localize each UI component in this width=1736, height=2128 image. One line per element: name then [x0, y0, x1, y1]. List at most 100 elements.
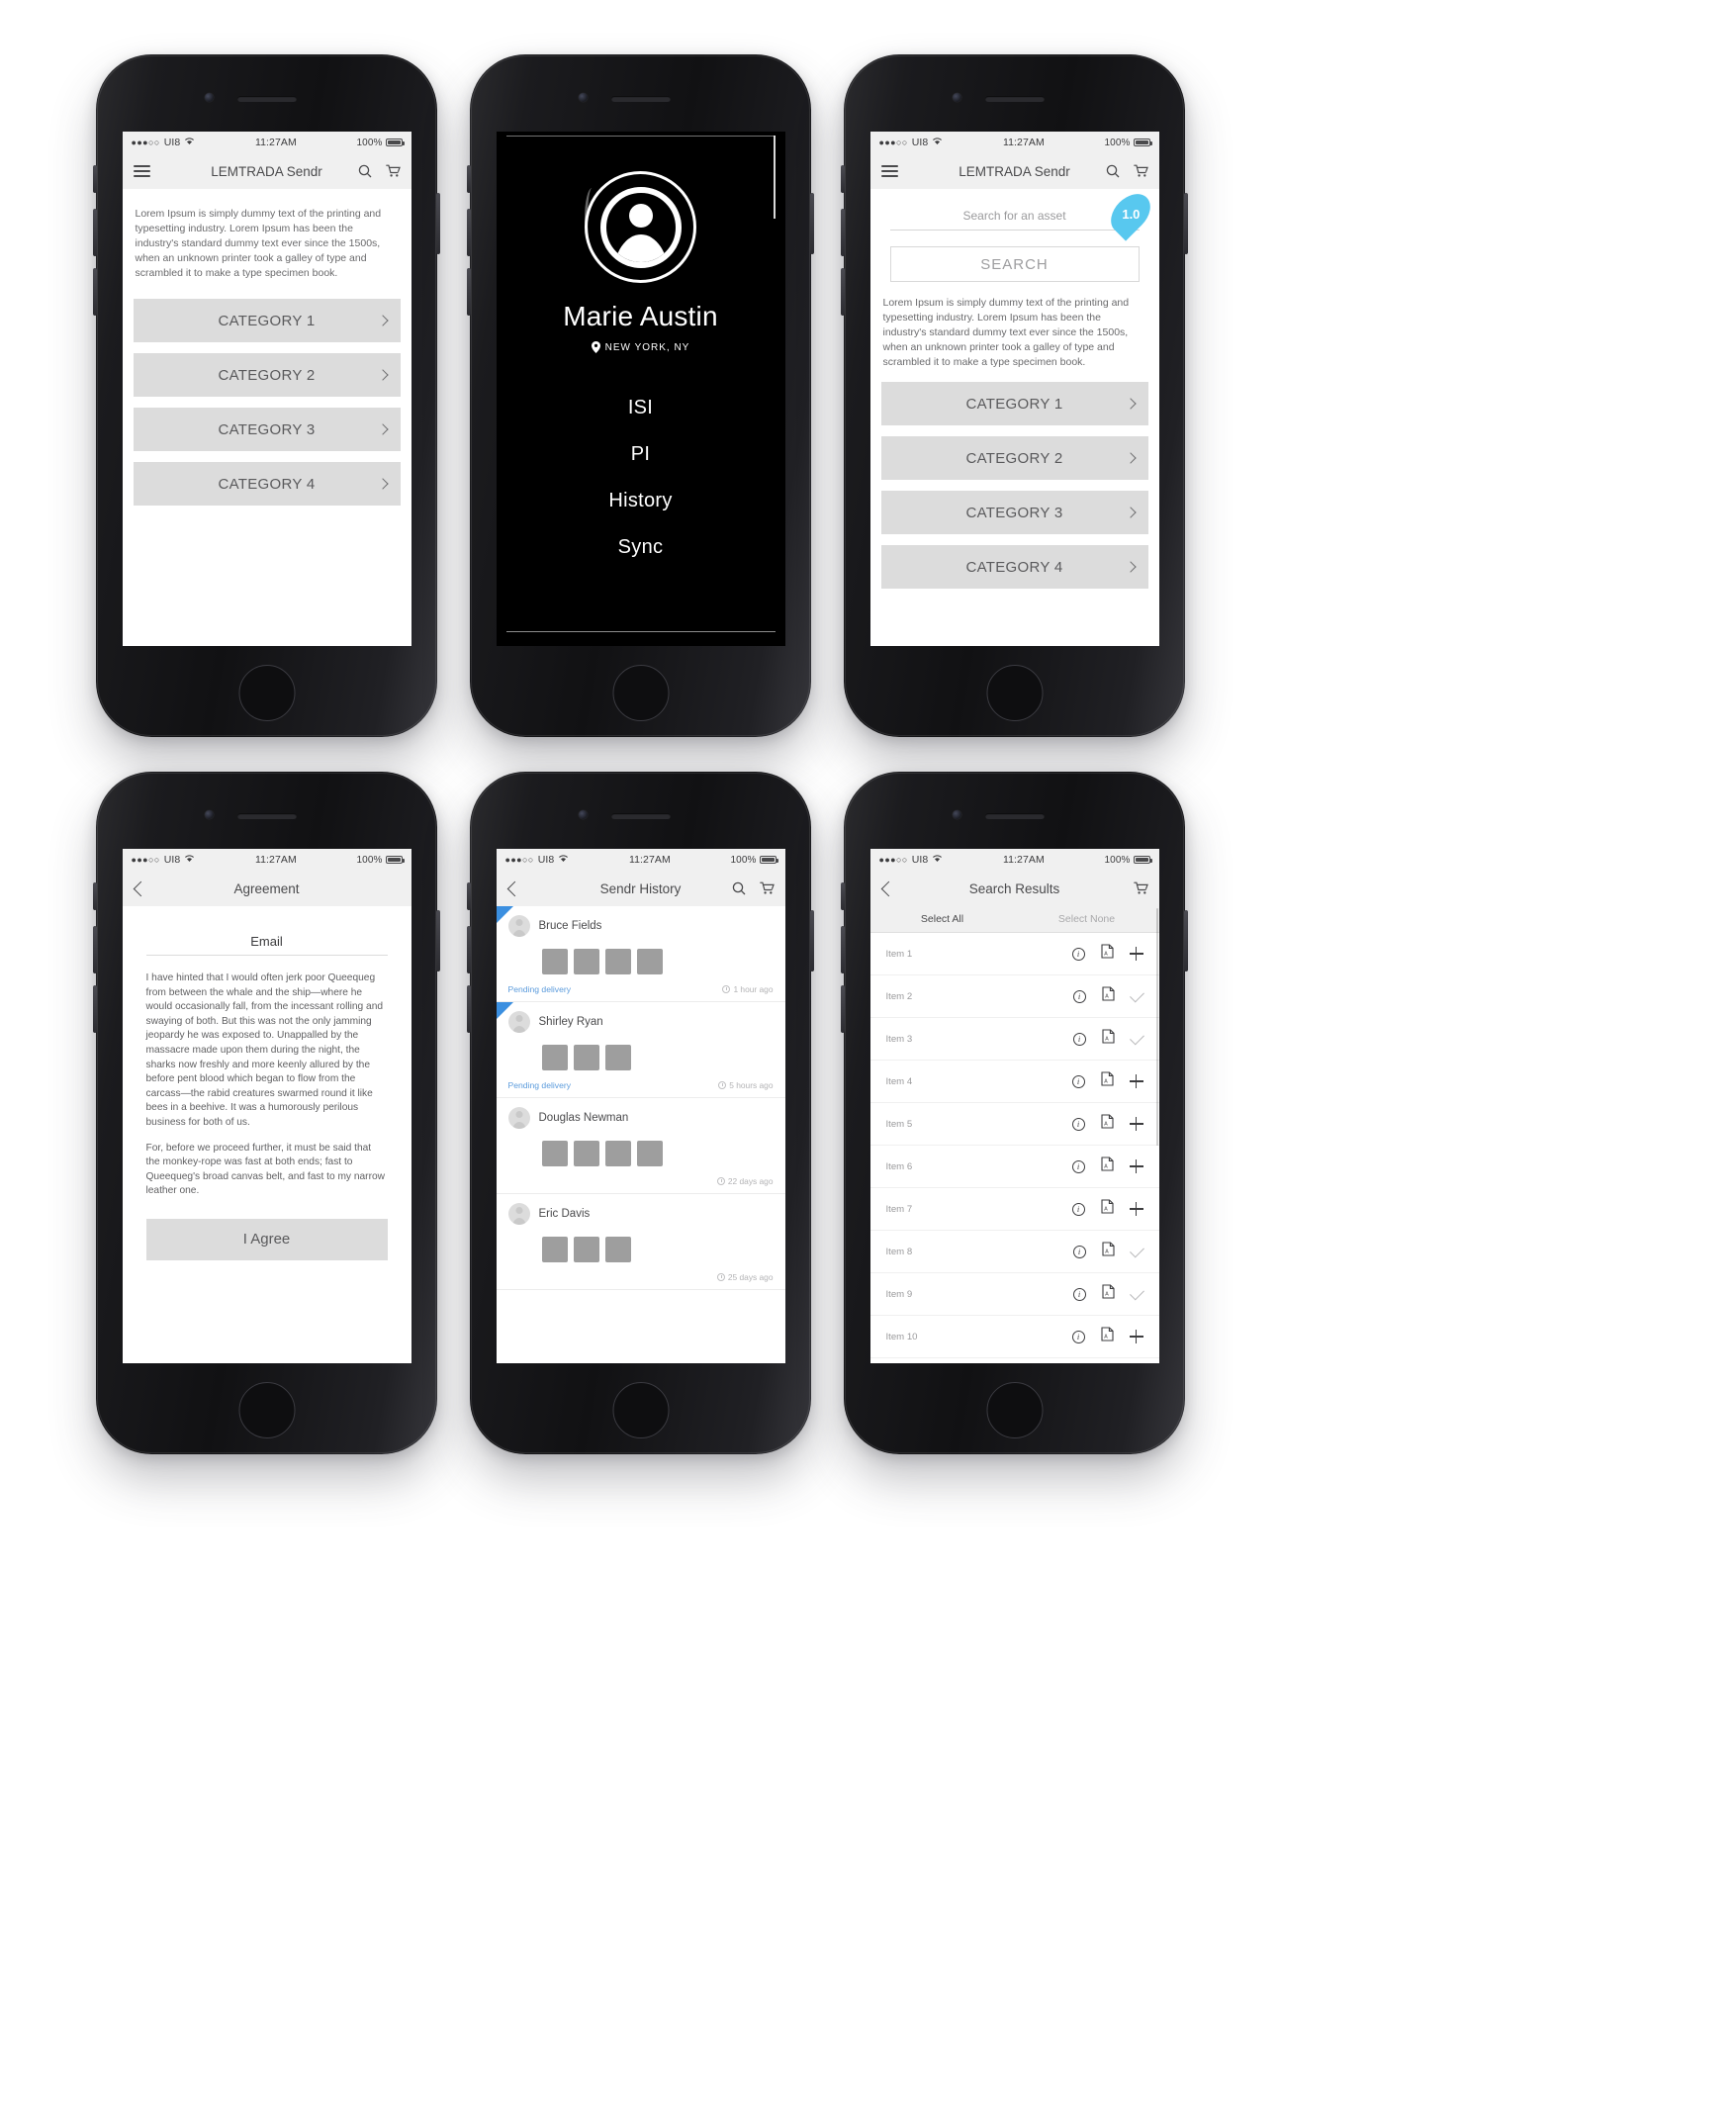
asset-thumbnail[interactable] — [541, 1045, 568, 1070]
pdf-file-icon[interactable]: A — [1101, 986, 1115, 1006]
category-button-2[interactable]: CATEGORY 2 — [880, 436, 1148, 480]
search-icon[interactable] — [358, 164, 372, 178]
result-row[interactable]: Item 7 i A — [869, 1188, 1159, 1231]
search-icon[interactable] — [1106, 164, 1120, 178]
select-none-button[interactable]: Select None — [1015, 906, 1159, 932]
asset-thumbnail[interactable] — [604, 1237, 631, 1262]
asset-thumbnail[interactable] — [541, 949, 568, 974]
info-icon[interactable]: i — [1072, 989, 1086, 1003]
asset-thumbnails — [541, 1237, 774, 1262]
category-button-1[interactable]: CATEGORY 1 — [880, 382, 1148, 425]
pdf-file-icon[interactable]: A — [1100, 944, 1114, 964]
cart-icon[interactable] — [759, 881, 775, 895]
asset-thumbnail[interactable] — [636, 949, 663, 974]
info-icon[interactable]: i — [1071, 1159, 1085, 1173]
info-icon[interactable]: i — [1071, 1074, 1085, 1088]
info-icon[interactable]: i — [1071, 1330, 1085, 1343]
home-button[interactable] — [986, 665, 1043, 721]
select-all-button[interactable]: Select All — [870, 906, 1015, 932]
home-button[interactable] — [612, 665, 669, 721]
asset-thumbnail[interactable] — [573, 949, 599, 974]
menu-item-pi[interactable]: PI — [497, 443, 785, 466]
chevron-left-icon[interactable] — [506, 880, 522, 896]
check-icon[interactable] — [1129, 1285, 1144, 1300]
add-icon[interactable] — [1129, 1202, 1143, 1216]
menu-item-history[interactable]: History — [497, 490, 785, 512]
cart-icon[interactable] — [1133, 881, 1148, 895]
page-title: Agreement — [233, 880, 300, 896]
history-item[interactable]: Douglas Newman 22 days ago — [496, 1098, 785, 1194]
info-icon[interactable]: i — [1071, 1117, 1085, 1131]
clock-icon — [716, 1177, 725, 1185]
add-icon[interactable] — [1129, 1074, 1143, 1088]
asset-thumbnail[interactable] — [573, 1045, 599, 1070]
info-icon[interactable]: i — [1072, 1032, 1086, 1046]
check-icon[interactable] — [1129, 1030, 1144, 1045]
history-item[interactable]: Shirley Ryan Pending delivery 5 hours ag… — [496, 1002, 785, 1098]
pdf-file-icon[interactable]: A — [1101, 1242, 1115, 1261]
category-button-4[interactable]: CATEGORY 4 — [880, 545, 1148, 589]
home-button[interactable] — [238, 1382, 295, 1438]
scrollbar[interactable] — [1155, 908, 1158, 1146]
info-icon[interactable]: i — [1071, 947, 1085, 961]
result-label: Item 5 — [885, 1118, 913, 1130]
history-item[interactable]: Bruce Fields Pending delivery 1 hour ago — [496, 906, 785, 1002]
hamburger-icon[interactable] — [133, 162, 150, 180]
info-icon[interactable]: i — [1072, 1287, 1086, 1301]
pdf-file-icon[interactable]: A — [1100, 1114, 1114, 1134]
result-row[interactable]: Item 4 i A — [869, 1061, 1159, 1103]
add-icon[interactable] — [1129, 947, 1143, 961]
menu-item-isi[interactable]: ISI — [497, 397, 785, 419]
add-icon[interactable] — [1129, 1330, 1143, 1343]
agree-button[interactable]: I Agree — [145, 1218, 388, 1260]
cart-icon[interactable] — [385, 164, 401, 178]
pdf-file-icon[interactable]: A — [1100, 1157, 1114, 1176]
category-button-3[interactable]: CATEGORY 3 — [880, 491, 1148, 534]
result-row[interactable]: Item 5 i A — [869, 1103, 1159, 1146]
result-row[interactable]: Item 2 i A — [869, 975, 1159, 1018]
result-row[interactable]: Item 3 i A — [869, 1018, 1159, 1061]
check-icon[interactable] — [1129, 987, 1144, 1002]
info-icon[interactable]: i — [1071, 1202, 1085, 1216]
history-item[interactable]: Eric Davis 25 days ago — [496, 1194, 785, 1290]
result-row[interactable]: Item 6 i A — [869, 1146, 1159, 1188]
add-icon[interactable] — [1129, 1117, 1143, 1131]
check-icon[interactable] — [1129, 1243, 1144, 1257]
info-icon[interactable]: i — [1072, 1245, 1086, 1258]
volume-up-button — [841, 926, 845, 973]
search-button[interactable]: SEARCH — [889, 246, 1140, 282]
asset-thumbnail[interactable] — [541, 1237, 568, 1262]
category-button-3[interactable]: CATEGORY 3 — [133, 408, 401, 451]
search-icon[interactable] — [732, 881, 746, 895]
chevron-left-icon[interactable] — [880, 880, 896, 896]
pdf-file-icon[interactable]: A — [1100, 1199, 1114, 1219]
result-row[interactable]: Item 8 i A — [869, 1231, 1159, 1273]
home-button[interactable] — [612, 1382, 669, 1438]
result-row[interactable]: Item 1 i A — [869, 933, 1159, 975]
asset-thumbnail[interactable] — [541, 1141, 568, 1166]
pdf-file-icon[interactable]: A — [1100, 1071, 1114, 1091]
add-icon[interactable] — [1129, 1159, 1143, 1173]
home-button[interactable] — [986, 1382, 1043, 1438]
category-button-2[interactable]: CATEGORY 2 — [133, 353, 401, 397]
result-row[interactable]: Item 10 i A — [869, 1316, 1159, 1358]
cart-icon[interactable] — [1133, 164, 1148, 178]
asset-thumbnail[interactable] — [573, 1237, 599, 1262]
search-input[interactable]: Search for an asset — [889, 209, 1140, 231]
pdf-file-icon[interactable]: A — [1101, 1284, 1115, 1304]
status-badge: Pending delivery — [507, 1080, 572, 1090]
category-button-1[interactable]: CATEGORY 1 — [133, 299, 401, 342]
pdf-file-icon[interactable]: A — [1100, 1327, 1114, 1346]
asset-thumbnail[interactable] — [604, 949, 631, 974]
pdf-file-icon[interactable]: A — [1101, 1029, 1115, 1049]
chevron-left-icon[interactable] — [133, 880, 148, 896]
category-button-4[interactable]: CATEGORY 4 — [133, 462, 401, 506]
hamburger-icon[interactable] — [880, 162, 898, 180]
home-button[interactable] — [238, 665, 295, 721]
asset-thumbnail[interactable] — [636, 1141, 663, 1166]
menu-item-sync[interactable]: Sync — [497, 536, 785, 559]
asset-thumbnail[interactable] — [573, 1141, 599, 1166]
result-row[interactable]: Item 9 i A — [869, 1273, 1159, 1316]
asset-thumbnail[interactable] — [604, 1141, 631, 1166]
asset-thumbnail[interactable] — [604, 1045, 631, 1070]
